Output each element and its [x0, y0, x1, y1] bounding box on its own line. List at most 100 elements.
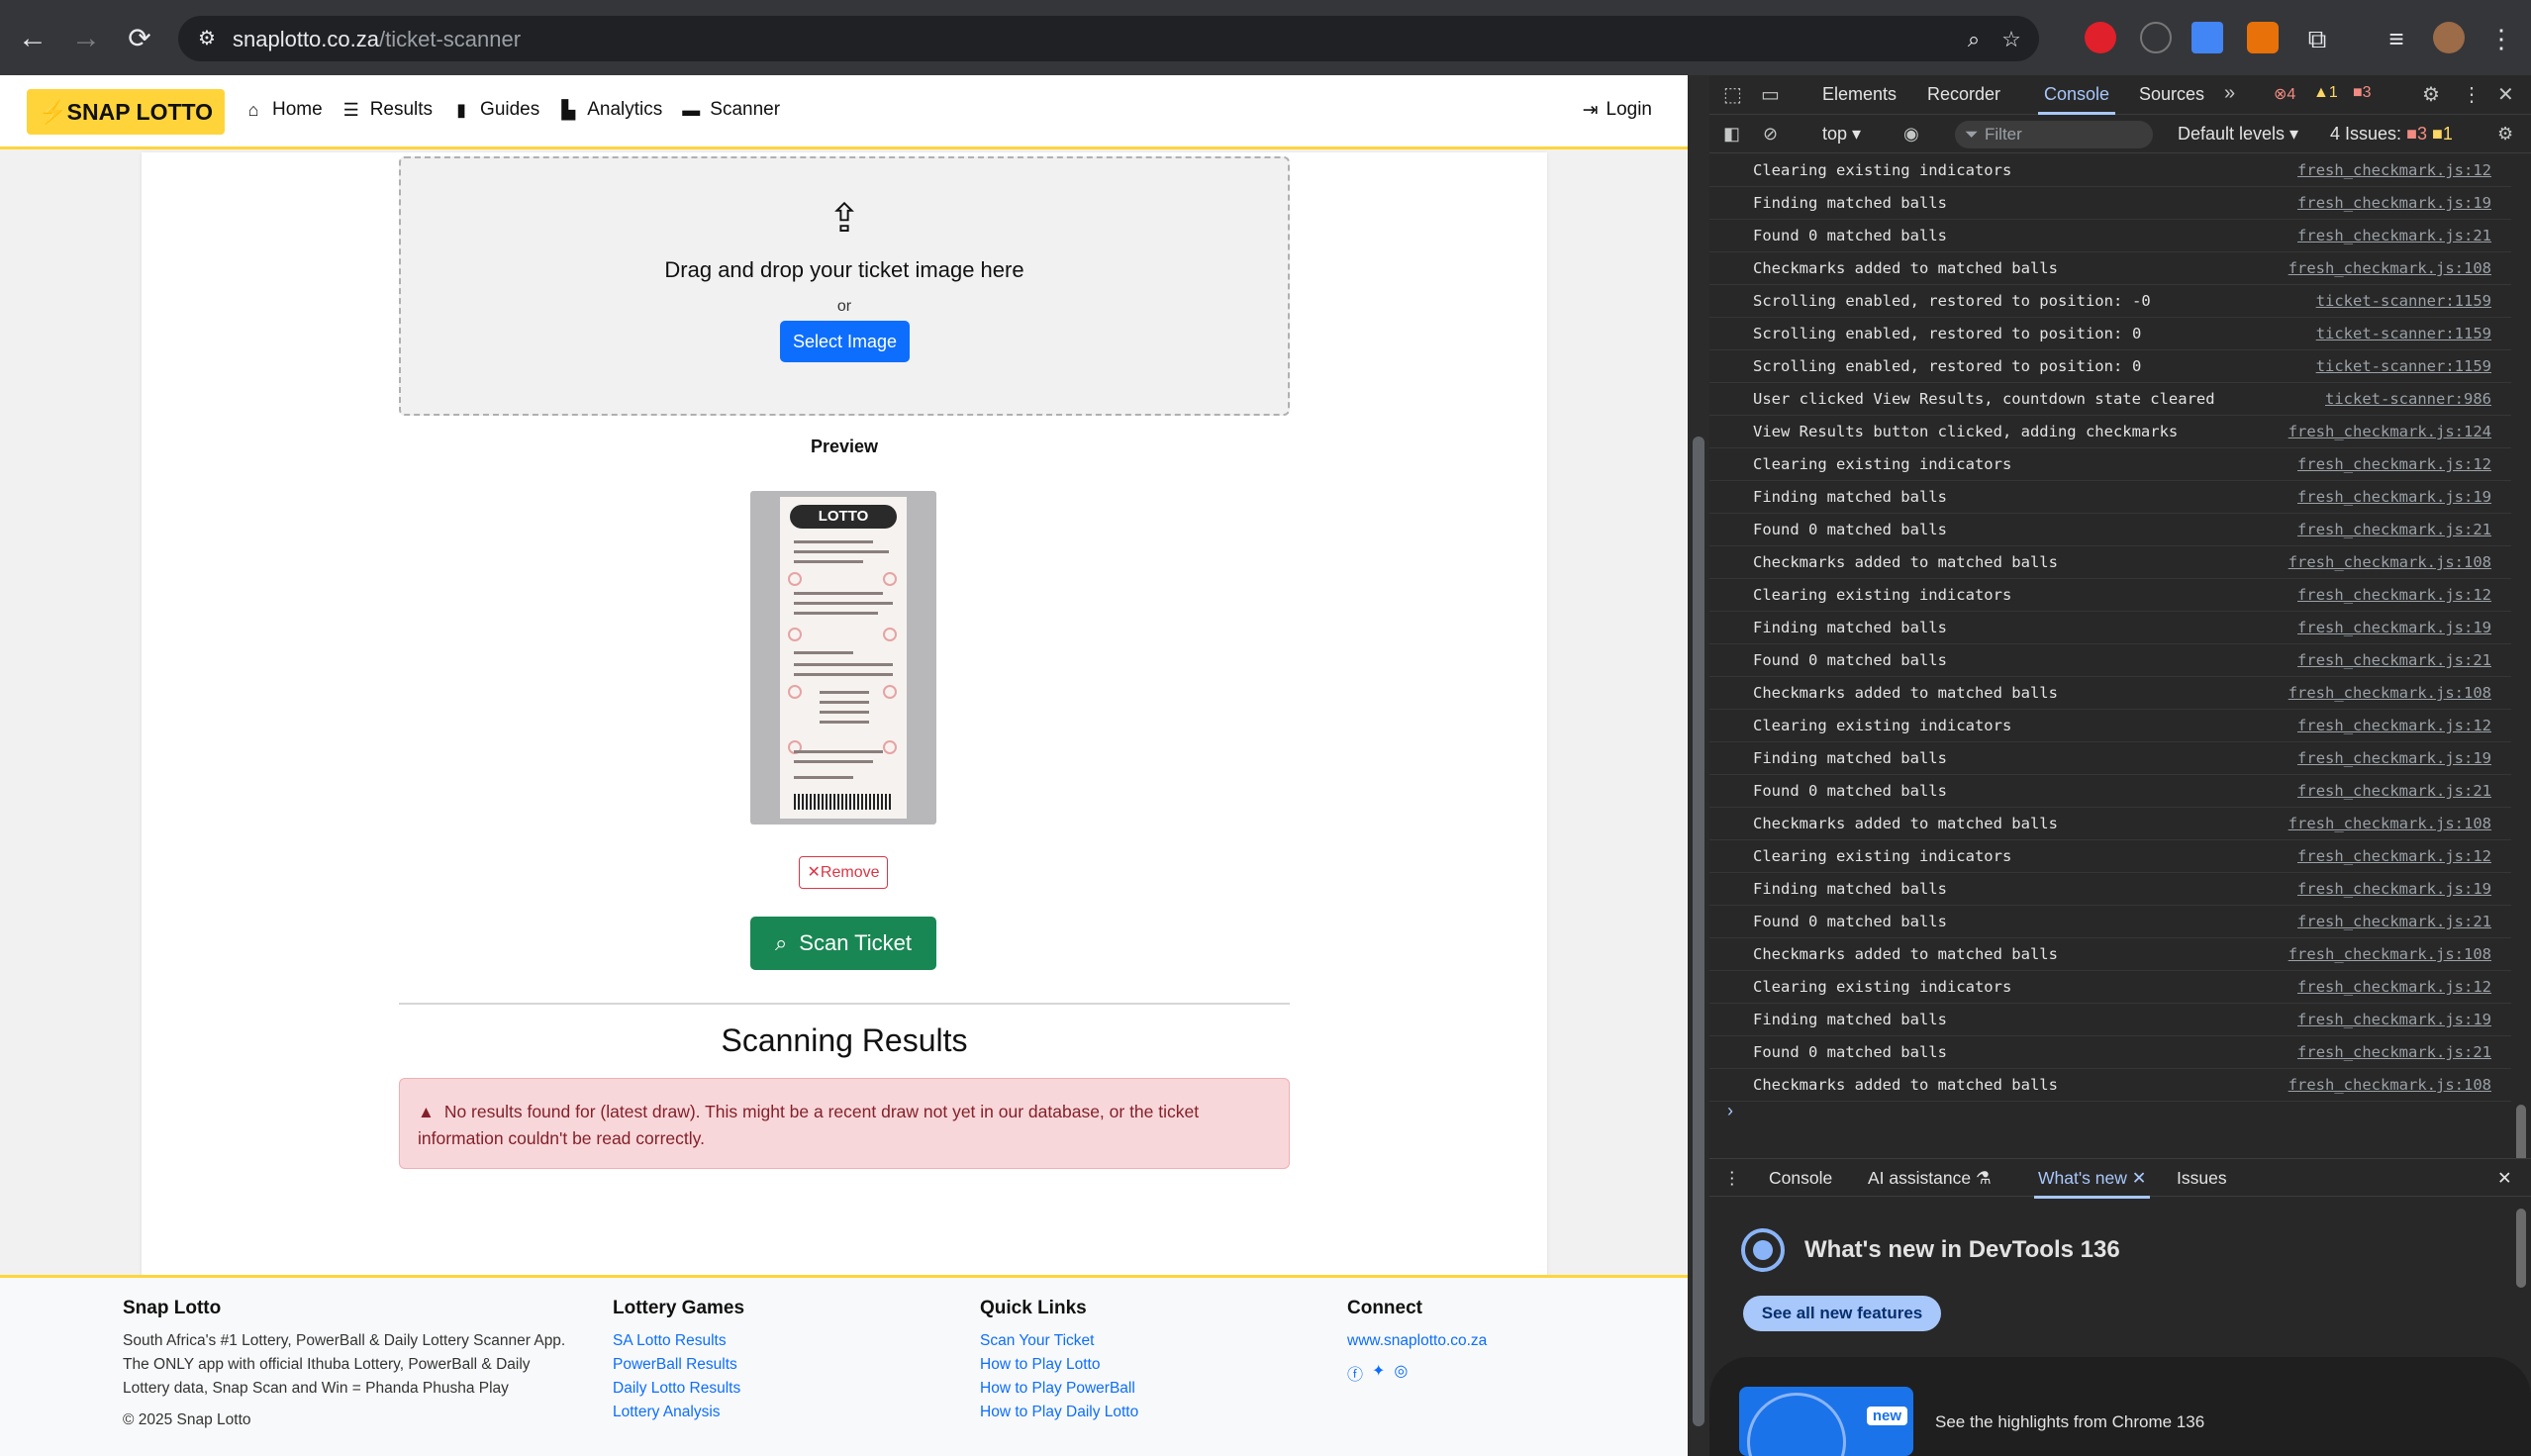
- instagram-icon[interactable]: ◎: [1394, 1361, 1408, 1385]
- nav-guides[interactable]: ▮ Guides: [450, 99, 539, 121]
- log-source-link[interactable]: fresh_checkmark.js:21: [2297, 913, 2491, 930]
- drawer-scrollbar[interactable]: [2513, 1199, 2529, 1456]
- device-toolbar-icon[interactable]: ▭: [1761, 82, 1780, 107]
- log-source-link[interactable]: fresh_checkmark.js:21: [2297, 521, 2491, 538]
- console-prompt-icon[interactable]: ›: [1727, 1101, 1733, 1121]
- drawer-tab-console[interactable]: Console: [1769, 1168, 1832, 1189]
- log-source-link[interactable]: fresh_checkmark.js:21: [2297, 782, 2491, 800]
- inspect-icon[interactable]: ⬚: [1723, 82, 1742, 107]
- drawer-tab-whats-new[interactable]: What's new ✕: [2033, 1168, 2151, 1199]
- tab-sources[interactable]: Sources: [2139, 84, 2204, 105]
- log-source-link[interactable]: fresh_checkmark.js:12: [2297, 717, 2491, 734]
- error-count-badge[interactable]: ⊗4: [2274, 84, 2295, 104]
- ticket-dropzone[interactable]: ⇪ Drag and drop your ticket image here o…: [399, 156, 1290, 416]
- footer-link[interactable]: How to Play PowerBall: [980, 1377, 1138, 1401]
- log-source-link[interactable]: fresh_checkmark.js:108: [2288, 259, 2491, 277]
- footer-link[interactable]: www.snaplotto.co.za: [1347, 1329, 1487, 1353]
- url-text[interactable]: snaplotto.co.za/ticket-scanner: [233, 27, 521, 52]
- log-source-link[interactable]: fresh_checkmark.js:19: [2297, 619, 2491, 636]
- log-source-link[interactable]: fresh_checkmark.js:19: [2297, 194, 2491, 212]
- close-devtools-icon[interactable]: ✕: [2497, 82, 2514, 107]
- see-all-features-button[interactable]: See all new features: [1743, 1296, 1941, 1331]
- extension-adblock-icon[interactable]: [2085, 22, 2116, 53]
- remove-button[interactable]: ✕Remove: [799, 856, 888, 889]
- log-source-link[interactable]: fresh_checkmark.js:12: [2297, 847, 2491, 865]
- drawer-menu-icon[interactable]: ⋮: [1723, 1168, 1741, 1189]
- page-scroll-thumb[interactable]: [1693, 437, 1704, 1426]
- log-source-link[interactable]: fresh_checkmark.js:19: [2297, 488, 2491, 506]
- log-source-link[interactable]: fresh_checkmark.js:19: [2297, 749, 2491, 767]
- info-count-badge[interactable]: ■3: [2353, 84, 2372, 102]
- log-source-link[interactable]: fresh_checkmark.js:108: [2288, 684, 2491, 702]
- log-source-link[interactable]: ticket-scanner:1159: [2316, 292, 2491, 310]
- scan-ticket-button[interactable]: ⌕ Scan Ticket: [750, 917, 936, 970]
- warning-count-badge[interactable]: ▲1: [2313, 84, 2338, 102]
- footer-link[interactable]: How to Play Lotto: [980, 1353, 1138, 1377]
- extension-fox-icon[interactable]: [2247, 22, 2279, 53]
- log-source-link[interactable]: fresh_checkmark.js:124: [2288, 423, 2491, 440]
- nav-scanner[interactable]: ▬ Scanner: [680, 99, 780, 121]
- site-settings-icon[interactable]: ⚙: [194, 26, 220, 51]
- sidebar-toggle-icon[interactable]: ◧: [1723, 124, 1740, 145]
- settings-gear-icon[interactable]: ⚙: [2422, 82, 2440, 107]
- log-source-link[interactable]: fresh_checkmark.js:12: [2297, 978, 2491, 996]
- log-levels-dropdown[interactable]: Default levels ▾: [2178, 124, 2298, 145]
- issues-counter[interactable]: 4 Issues: ■3 ■1: [2330, 124, 2453, 145]
- log-source-link[interactable]: fresh_checkmark.js:19: [2297, 1011, 2491, 1028]
- extension-translate-icon[interactable]: [2191, 22, 2223, 53]
- drawer-tab-issues[interactable]: Issues: [2177, 1168, 2227, 1189]
- zoom-icon[interactable]: ⌕: [1960, 26, 1988, 53]
- brand-logo[interactable]: ⚡SNAP LOTTO: [27, 89, 226, 135]
- log-source-link[interactable]: fresh_checkmark.js:108: [2288, 1076, 2491, 1094]
- reload-icon[interactable]: ⟳: [123, 22, 156, 55]
- footer-link[interactable]: Scan Your Ticket: [980, 1329, 1138, 1353]
- bookmark-star-icon[interactable]: ☆: [1997, 26, 2025, 53]
- address-bar[interactable]: ⚙ snaplotto.co.za/ticket-scanner ⌕ ☆: [178, 16, 2039, 61]
- forward-icon[interactable]: →: [69, 22, 103, 55]
- log-source-link[interactable]: fresh_checkmark.js:12: [2297, 455, 2491, 473]
- drawer-scroll-thumb[interactable]: [2516, 1209, 2526, 1288]
- drawer-tab-ai-assistance[interactable]: AI assistance ⚗: [1868, 1168, 1992, 1189]
- log-source-link[interactable]: fresh_checkmark.js:21: [2297, 227, 2491, 244]
- footer-link[interactable]: How to Play Daily Lotto: [980, 1401, 1138, 1424]
- footer-link[interactable]: PowerBall Results: [613, 1353, 744, 1377]
- facebook-icon[interactable]: ⓕ: [1347, 1361, 1363, 1385]
- log-source-link[interactable]: fresh_checkmark.js:12: [2297, 161, 2491, 179]
- log-source-link[interactable]: ticket-scanner:1159: [2316, 325, 2491, 342]
- log-source-link[interactable]: fresh_checkmark.js:19: [2297, 880, 2491, 898]
- footer-link[interactable]: Daily Lotto Results: [613, 1377, 744, 1401]
- log-source-link[interactable]: fresh_checkmark.js:108: [2288, 945, 2491, 963]
- log-source-link[interactable]: fresh_checkmark.js:21: [2297, 651, 2491, 669]
- log-source-link[interactable]: fresh_checkmark.js:12: [2297, 586, 2491, 604]
- log-source-link[interactable]: ticket-scanner:1159: [2316, 357, 2491, 375]
- filter-input[interactable]: ⏷ Filter: [1955, 121, 2153, 148]
- highlight-card[interactable]: new See the highlights from Chrome 136: [1709, 1357, 2531, 1456]
- log-source-link[interactable]: ticket-scanner:986: [2325, 390, 2491, 408]
- footer-link[interactable]: Lottery Analysis: [613, 1401, 744, 1424]
- devtools-menu-icon[interactable]: ⋮: [2462, 82, 2482, 107]
- extension-circle-icon[interactable]: [2140, 22, 2172, 53]
- tab-recorder[interactable]: Recorder: [1927, 84, 2000, 105]
- page-scrollbar[interactable]: [1688, 75, 1709, 1456]
- footer-link[interactable]: SA Lotto Results: [613, 1329, 744, 1353]
- login-link[interactable]: ⇥ Login: [1583, 99, 1652, 122]
- nav-home[interactable]: ⌂ Home: [243, 99, 323, 121]
- twitter-icon[interactable]: ✦: [1372, 1361, 1385, 1385]
- log-source-link[interactable]: fresh_checkmark.js:21: [2297, 1043, 2491, 1061]
- browser-menu-icon[interactable]: ⋮: [2484, 22, 2518, 55]
- select-image-button[interactable]: Select Image: [780, 321, 910, 362]
- log-source-link[interactable]: fresh_checkmark.js:108: [2288, 815, 2491, 832]
- back-icon[interactable]: ←: [16, 22, 49, 55]
- extensions-puzzle-icon[interactable]: ⧉: [2300, 22, 2334, 55]
- tab-console[interactable]: Console: [2037, 84, 2116, 115]
- nav-analytics[interactable]: ▙ Analytics: [557, 99, 662, 121]
- more-tabs-icon[interactable]: »: [2224, 82, 2235, 105]
- console-settings-icon[interactable]: ⚙: [2497, 124, 2513, 145]
- log-source-link[interactable]: fresh_checkmark.js:108: [2288, 553, 2491, 571]
- console-scrollbar[interactable]: [2513, 154, 2529, 1209]
- media-queue-icon[interactable]: ≡: [2380, 22, 2413, 55]
- live-expression-eye-icon[interactable]: ◉: [1903, 124, 1919, 145]
- nav-results[interactable]: ☰ Results: [341, 99, 433, 121]
- context-selector[interactable]: top ▾: [1822, 124, 1861, 145]
- close-drawer-icon[interactable]: ✕: [2497, 1168, 2512, 1189]
